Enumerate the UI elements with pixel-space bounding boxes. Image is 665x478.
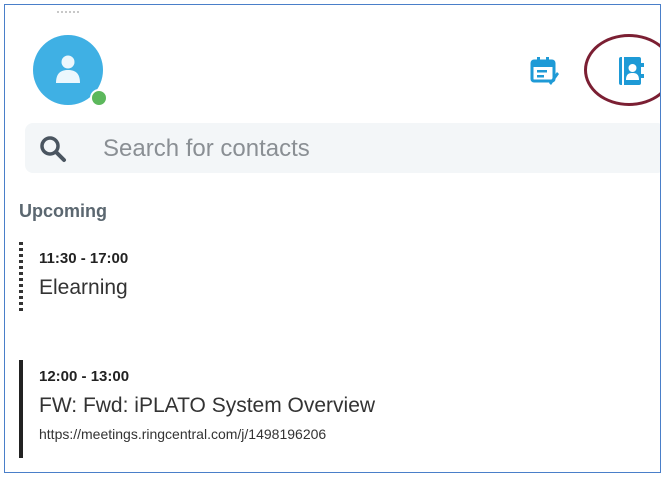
calendar-icon[interactable] — [529, 55, 559, 85]
search-input[interactable] — [101, 131, 625, 167]
event-time: 12:00 - 13:00 — [39, 368, 130, 385]
meeting-link[interactable]: https://meetings.ringcentral.com/j/14981… — [39, 426, 326, 442]
user-avatar-icon — [56, 55, 80, 83]
app-window: Upcoming 11:30 - 17:00 Elearning 12:00 -… — [4, 4, 661, 473]
top-overflow-hint — [57, 5, 79, 13]
upcoming-section-title: Upcoming — [19, 201, 107, 221]
event-bar-busy — [19, 360, 23, 458]
search-bar[interactable] — [25, 123, 660, 173]
presence-status-dot — [90, 89, 108, 107]
event-title: Elearning — [39, 276, 128, 299]
search-icon — [40, 136, 66, 162]
event-time: 11:30 - 17:00 — [39, 250, 129, 267]
event-title: FW: Fwd: iPLATO System Overview — [39, 394, 376, 417]
event-bar-tentative — [19, 242, 23, 312]
highlight-annotation-oval — [584, 34, 660, 106]
